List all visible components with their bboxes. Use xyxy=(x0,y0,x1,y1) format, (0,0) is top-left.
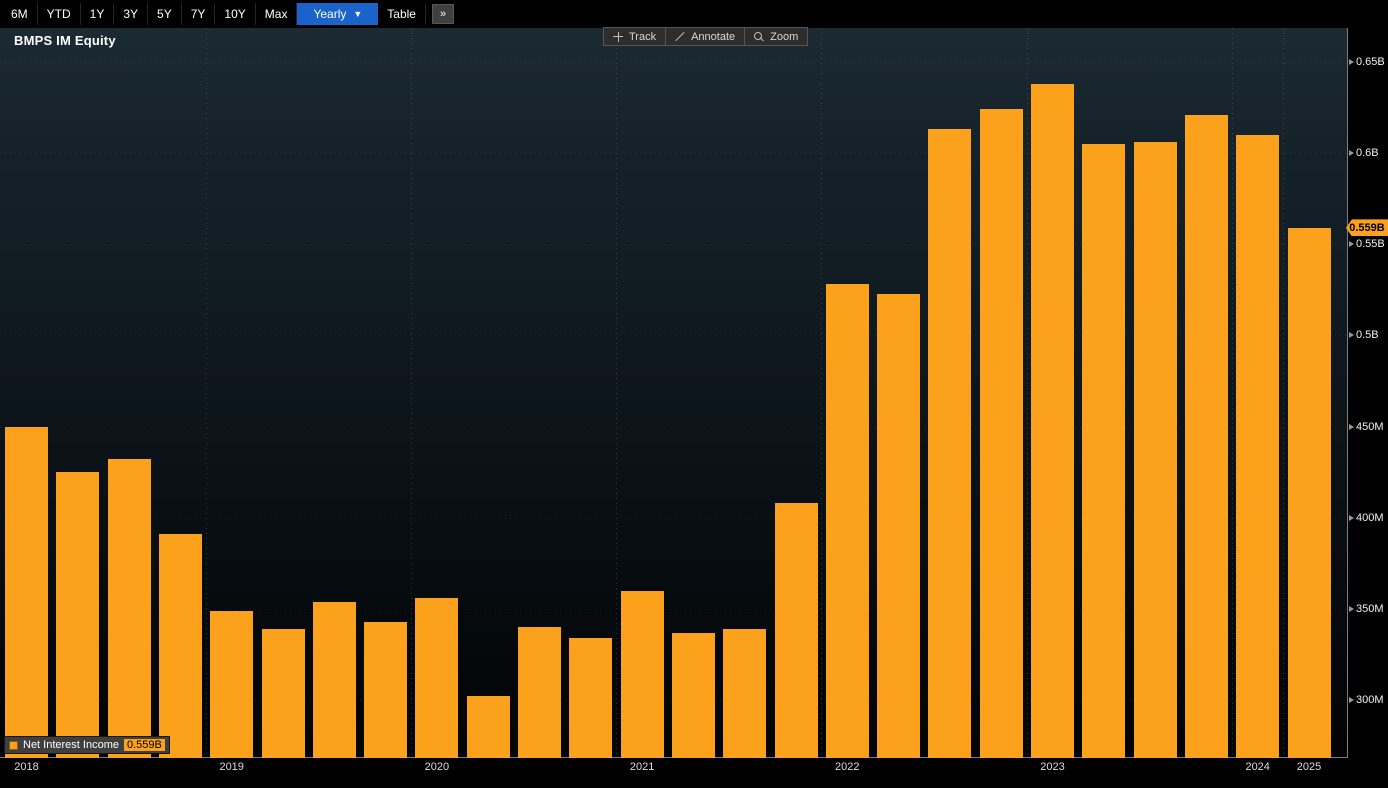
bar-2022-q2[interactable] xyxy=(877,293,921,758)
bar-2023-q3[interactable] xyxy=(1133,142,1177,758)
periodicity-label: Yearly xyxy=(313,7,347,21)
period-buttons-group: 6M YTD 1Y 3Y 5Y 7Y 10Y Max xyxy=(2,3,298,25)
legend-series-value: 0.559B xyxy=(124,739,165,751)
bar-2018-q1[interactable] xyxy=(5,426,48,758)
page-title: BMPS IM Equity xyxy=(14,33,116,48)
track-button[interactable]: Track xyxy=(603,27,667,46)
magnifier-icon xyxy=(754,31,764,42)
y-axis-tick: 0.6B xyxy=(1349,146,1379,160)
tool-label: Zoom xyxy=(770,30,799,43)
x-axis-year-label: 2022 xyxy=(835,761,860,773)
annotate-button[interactable]: Annotate xyxy=(666,27,746,46)
last-value-badge: 0.559B xyxy=(1346,219,1388,237)
bar-2018-q4[interactable] xyxy=(158,534,202,758)
bar-2023-q4[interactable] xyxy=(1184,114,1228,758)
x-axis-year-label: 2018 xyxy=(14,761,39,773)
h-gridline xyxy=(0,62,1347,63)
period-button-6m[interactable]: 6M xyxy=(2,3,38,25)
x-axis-year-label: 2023 xyxy=(1040,761,1065,773)
legend-swatch-icon xyxy=(9,740,18,750)
more-button[interactable]: » xyxy=(431,4,455,24)
period-button-max[interactable]: Max xyxy=(256,3,298,25)
y-tick-label: 0.65B xyxy=(1356,56,1385,68)
tick-arrow-icon xyxy=(1349,423,1354,430)
bar-2022-q3[interactable] xyxy=(928,129,972,758)
bar-2021-q1[interactable] xyxy=(620,590,664,758)
tick-arrow-icon xyxy=(1349,241,1354,248)
bar-2018-q2[interactable] xyxy=(56,472,100,758)
x-axis-year-label: 2025 xyxy=(1296,761,1322,773)
y-axis-tick: 0.5B xyxy=(1349,328,1379,342)
chevron-down-icon: ▼ xyxy=(353,9,363,19)
v-gridline xyxy=(1231,28,1233,757)
period-button-ytd[interactable]: YTD xyxy=(38,3,81,25)
period-button-10y[interactable]: 10Y xyxy=(215,3,256,25)
legend-chip[interactable]: Net Interest Income 0.559B xyxy=(4,736,170,754)
bar-2019-q1[interactable] xyxy=(210,610,254,758)
period-button-1y[interactable]: 1Y xyxy=(81,3,115,25)
crosshair-icon xyxy=(613,31,623,42)
tick-arrow-icon xyxy=(1349,59,1354,65)
bar-2024[interactable] xyxy=(1236,134,1280,758)
y-axis-tick: 0.55B xyxy=(1349,237,1385,251)
periodicity-dropdown[interactable]: Yearly ▼ xyxy=(297,3,379,25)
x-axis-year-label: 2020 xyxy=(424,761,450,773)
tick-arrow-icon xyxy=(1349,605,1354,612)
v-gridline xyxy=(410,28,412,757)
y-axis-tick: 350M xyxy=(1349,602,1384,616)
bar-2023-q2[interactable] xyxy=(1082,144,1126,758)
bar-2020-q2[interactable] xyxy=(466,696,510,758)
bar-2021-q2[interactable] xyxy=(671,632,715,758)
y-tick-label: 0.6B xyxy=(1356,147,1379,160)
v-gridline xyxy=(821,28,823,757)
tick-arrow-icon xyxy=(1349,697,1354,703)
chart-plot-area xyxy=(0,28,1348,758)
bar-2025[interactable] xyxy=(1287,227,1331,758)
tool-label: Track xyxy=(629,30,657,43)
bloomberg-chart-screen: 6M YTD 1Y 3Y 5Y 7Y 10Y Max Yearly ▼ Table » BMP… xyxy=(0,0,1388,788)
y-axis-tick: 300M xyxy=(1349,693,1384,707)
bar-2023-q1[interactable] xyxy=(1031,83,1074,758)
zoom-button[interactable]: Zoom xyxy=(745,27,809,46)
bar-2020-q3[interactable] xyxy=(518,627,561,758)
y-tick-label: 450M xyxy=(1356,420,1384,433)
x-axis-year-label: 2024 xyxy=(1245,761,1270,773)
y-axis-tick: 400M xyxy=(1349,511,1384,525)
pencil-icon xyxy=(675,32,685,42)
bar-2020-q1[interactable] xyxy=(415,597,459,758)
period-button-5y[interactable]: 5Y xyxy=(148,3,182,25)
y-tick-label: 350M xyxy=(1356,602,1384,615)
tick-arrow-icon xyxy=(1349,150,1354,157)
bar-2020-q4[interactable] xyxy=(569,638,613,758)
bar-2019-q2[interactable] xyxy=(261,628,305,758)
v-gridline xyxy=(205,28,207,757)
tool-label: Annotate xyxy=(691,30,736,43)
legend-series-name: Net Interest Income xyxy=(23,739,119,751)
bar-2019-q3[interactable] xyxy=(312,601,356,758)
period-button-7y[interactable]: 7Y xyxy=(182,3,216,25)
y-tick-label: 300M xyxy=(1356,694,1384,706)
tick-arrow-icon xyxy=(1349,332,1354,339)
v-gridline xyxy=(616,28,618,757)
y-axis-tick: 450M xyxy=(1349,420,1384,434)
bar-2022-q4[interactable] xyxy=(979,109,1023,758)
v-gridline xyxy=(1026,28,1028,757)
bar-2021-q4[interactable] xyxy=(774,503,818,758)
period-tabbar: 6M YTD 1Y 3Y 5Y 7Y 10Y Max Yearly ▼ Table » xyxy=(0,0,1388,28)
chart-tools-group: Track Annotate Zoom xyxy=(603,27,809,46)
x-axis-year-label: 2019 xyxy=(219,761,244,773)
x-axis-year-label: 2021 xyxy=(629,761,655,773)
bar-2021-q3[interactable] xyxy=(723,628,767,758)
y-tick-label: 400M xyxy=(1356,511,1384,524)
period-button-3y[interactable]: 3Y xyxy=(114,3,149,25)
v-gridline xyxy=(1283,28,1284,757)
bar-2022-q1[interactable] xyxy=(825,284,869,758)
y-tick-label: 0.5B xyxy=(1356,329,1379,342)
y-tick-label: 0.55B xyxy=(1356,238,1385,251)
tick-arrow-icon xyxy=(1349,514,1354,521)
bar-2018-q3[interactable] xyxy=(107,459,151,758)
bar-2019-q4[interactable] xyxy=(364,621,408,758)
y-axis-tick: 0.65B xyxy=(1349,55,1385,69)
table-button[interactable]: Table xyxy=(378,3,426,25)
